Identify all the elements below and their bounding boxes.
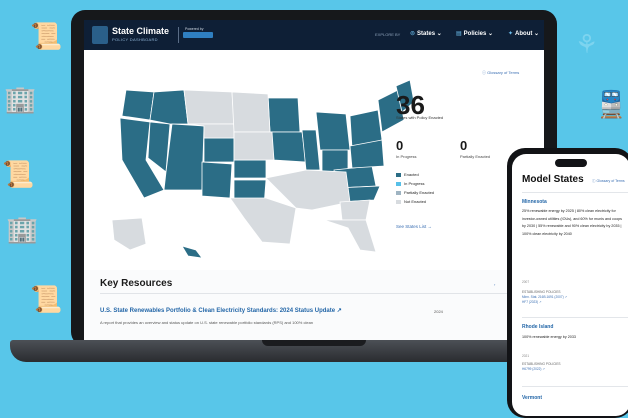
phone-screen: [512, 154, 628, 416]
legend-in-progress: In Progress: [396, 181, 424, 186]
phone-title: Model States: [522, 174, 584, 185]
state-dakotas: [231, 91, 271, 133]
key-resources-heading: Key Resources: [100, 278, 173, 289]
building-icon: 🏢: [4, 85, 37, 115]
state-southwest: [163, 123, 205, 191]
state-upper-midwest: [267, 97, 301, 133]
divider: [100, 293, 530, 294]
policy-link[interactable]: H6799 (2022) ↗: [522, 367, 561, 372]
legend-enacted: Enacted: [396, 172, 419, 177]
resource-title-link[interactable]: U.S. State Renewables Portfolio & Clean …: [100, 307, 342, 314]
laptop-screen: State Climate POLICY DASHBOARD Powered b…: [84, 20, 544, 346]
state-hawaii: [181, 245, 203, 259]
building-icon: 🏢: [6, 215, 39, 245]
state-desc-rhode-island: 100% renewable energy by 2033: [522, 335, 576, 339]
enacted-caption: States with Policy Enacted: [396, 115, 444, 120]
in-progress-caption: In Progress: [396, 154, 417, 159]
resource-description: A report that provides an overview and s…: [100, 320, 314, 325]
scroll-icon: 📜: [30, 22, 63, 52]
leaf-icon: ⚘: [575, 30, 599, 60]
divider: [522, 317, 628, 318]
state-georgia: [339, 199, 371, 221]
scroll-icon: 📜: [2, 160, 35, 190]
view-all-arrow[interactable]: ›: [494, 282, 495, 287]
state-name-rhode-island[interactable]: Rhode Island: [522, 324, 553, 330]
phone-island: [555, 159, 587, 167]
phone-glossary-link[interactable]: ⓘ Glossary of Terms: [592, 179, 625, 184]
state-name-minnesota[interactable]: Minnesota: [522, 199, 547, 205]
state-desc-minnesota: 25% renewable energy by 2025 | 80% clean…: [522, 209, 623, 236]
state-montana: [183, 89, 235, 125]
divider: [522, 386, 628, 387]
see-states-list-link[interactable]: See States List →: [396, 224, 432, 229]
laptop-notch: [262, 340, 366, 346]
resource-year: 2024: [434, 309, 443, 314]
external-link-icon: ↗: [336, 308, 342, 314]
partially-caption: Partially Enacted: [460, 154, 491, 159]
divider: [522, 192, 628, 193]
state-nebraska: [233, 131, 275, 161]
state-name-vermont[interactable]: Vermont: [522, 395, 542, 401]
state-kansas: [233, 159, 267, 179]
state-nm: [201, 161, 233, 199]
state-illinois: [301, 129, 321, 171]
scroll-icon: 📜: [30, 285, 63, 315]
state-florida: [323, 219, 377, 253]
in-progress-count: 0: [396, 138, 404, 153]
state-midwest: [269, 131, 307, 163]
train-icon: 🚆: [595, 90, 628, 120]
legend-not-enacted: Not Enacted: [396, 199, 426, 204]
state-northwest: [121, 89, 155, 121]
state-great-lakes: [315, 111, 351, 151]
state-year-rhode-island: 2021: [522, 354, 530, 358]
state-year-minnesota: 2007: [522, 280, 530, 284]
partially-count: 0: [460, 138, 468, 153]
state-alaska: [111, 217, 147, 251]
policy-link[interactable]: HF7 (2023) ↗: [522, 300, 567, 305]
establishing-policies-minnesota: ESTABLISHING POLICIES Minn. Stat. 216B.1…: [522, 290, 568, 305]
us-map: [111, 79, 415, 259]
legend-partially: Partially Enacted: [396, 190, 434, 195]
state-texas: [229, 197, 297, 245]
establishing-policies-rhode-island: ESTABLISHING POLICIES H6799 (2022) ↗: [522, 362, 561, 372]
state-colorado: [203, 137, 235, 163]
state-mountain: [149, 89, 189, 125]
